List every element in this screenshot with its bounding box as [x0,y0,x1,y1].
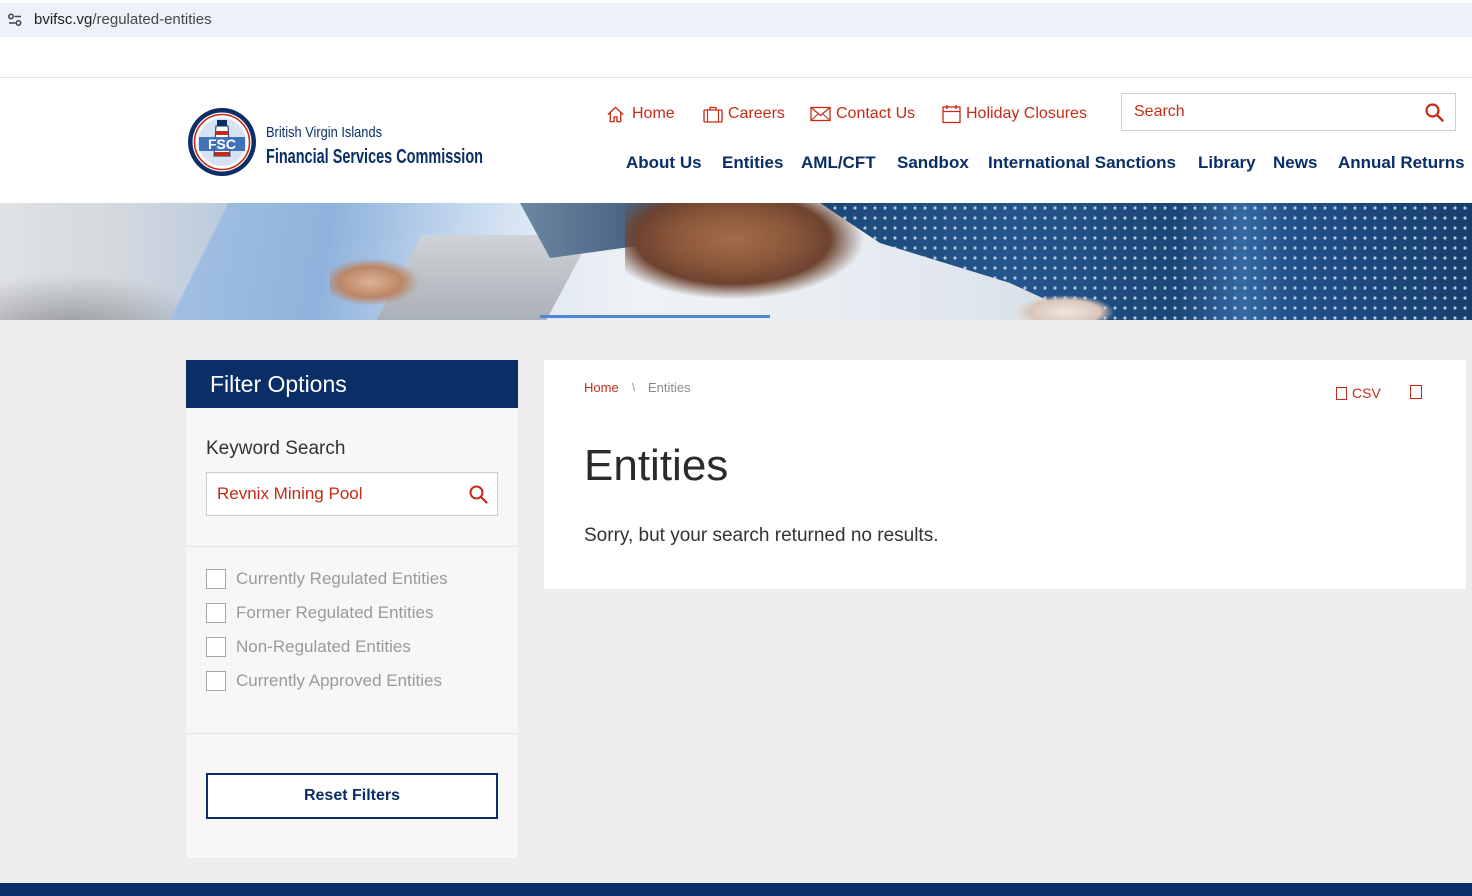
filter-divider [186,546,518,547]
utility-link-label: Holiday Closures [966,105,1087,122]
nav-sandbox[interactable]: Sandbox [897,152,969,174]
nav-entities[interactable]: Entities [722,152,783,174]
envelope-icon [810,106,831,122]
nav-news[interactable]: News [1273,152,1317,174]
hero-shape [540,315,770,318]
logo-line1: British Virgin Islands [266,124,382,141]
checkbox[interactable] [206,671,226,691]
home-icon [607,106,624,122]
header-divider [0,77,1472,78]
utility-link-label: Home [632,105,675,122]
nav-library[interactable]: Library [1198,152,1256,174]
hero-banner [0,203,1472,320]
filter-panel: Keyword Search Currently Regulated Entit… [186,408,518,858]
briefcase-icon [703,106,723,123]
filter-option-currently-approved[interactable]: Currently Approved Entities [206,671,442,691]
checkbox[interactable] [206,637,226,657]
keyword-search-input[interactable] [207,473,457,515]
utility-link-label: Contact Us [836,105,916,122]
export-csv-link[interactable]: CSV [1336,385,1381,401]
logo-lighthouse-stripe [215,131,229,135]
hero-shape [625,203,865,300]
keyword-search-box [206,472,498,516]
breadcrumb-separator: \ [632,382,636,394]
utility-link-holiday-closures[interactable]: Holiday Closures [942,103,1087,125]
utility-link-contact[interactable]: Contact Us [810,103,915,125]
nav-about-us[interactable]: About Us [626,152,702,174]
site-search-input[interactable] [1122,94,1412,130]
search-icon[interactable] [468,484,488,504]
search-icon[interactable] [1424,102,1444,122]
logo-lighthouse-stripe [214,152,230,156]
checkbox[interactable] [206,569,226,589]
filter-option-label[interactable]: Non-Regulated Entities [236,637,411,657]
file-icon [1336,386,1347,400]
reset-filters-button[interactable]: Reset Filters [206,773,498,819]
url-path: /regulated-entities [92,11,212,28]
browser-address-bar[interactable]: bvifsc.vg/regulated-entities [0,3,1472,37]
filter-option-label[interactable]: Former Regulated Entities [236,603,433,623]
utility-link-label: Careers [728,105,785,122]
nav-aml-cft[interactable]: AML/CFT [801,152,876,174]
breadcrumb-home-link[interactable]: Home [584,380,619,396]
site-search [1121,93,1456,131]
no-results-message: Sorry, but your search returned no resul… [584,525,939,546]
footer-band [0,883,1472,896]
logo-line2: Financial Services Commission [266,146,483,168]
filter-option-non-regulated[interactable]: Non-Regulated Entities [206,637,411,657]
fsc-logo[interactable]: FSC British Virgin Islands Financial Ser… [188,104,488,180]
hero-shape [820,203,1472,320]
hero-shape [330,258,420,306]
filter-option-label[interactable]: Currently Regulated Entities [236,569,448,589]
filter-divider [186,733,518,734]
nav-annual-returns[interactable]: Annual Returns [1338,152,1465,174]
checkbox[interactable] [206,603,226,623]
print-icon[interactable] [1410,385,1422,399]
breadcrumb-current: Entities [648,380,691,395]
url-domain: bvifsc.vg [34,11,93,28]
nav-international-sanctions[interactable]: International Sanctions [988,152,1176,174]
utility-link-home[interactable]: Home [606,103,675,125]
tune-icon[interactable] [7,12,23,28]
logo-seal-text: FSC [208,136,236,152]
calendar-icon [942,105,961,124]
filter-option-label[interactable]: Currently Approved Entities [236,671,442,691]
export-csv-label: CSV [1352,385,1381,401]
hero-shape [1015,295,1115,320]
url-text[interactable]: bvifsc.vg/regulated-entities [34,11,212,29]
filter-option-currently-regulated[interactable]: Currently Regulated Entities [206,569,448,589]
keyword-search-label: Keyword Search [206,438,346,459]
results-panel: Home \ Entities CSV Entities Sorry, but … [544,360,1466,589]
filter-option-former-regulated[interactable]: Former Regulated Entities [206,603,433,623]
logo-lighthouse-lantern [217,120,227,126]
page-title: Entities [584,441,729,490]
filter-panel-title: Filter Options [186,360,518,408]
utility-link-careers[interactable]: Careers [703,103,785,125]
